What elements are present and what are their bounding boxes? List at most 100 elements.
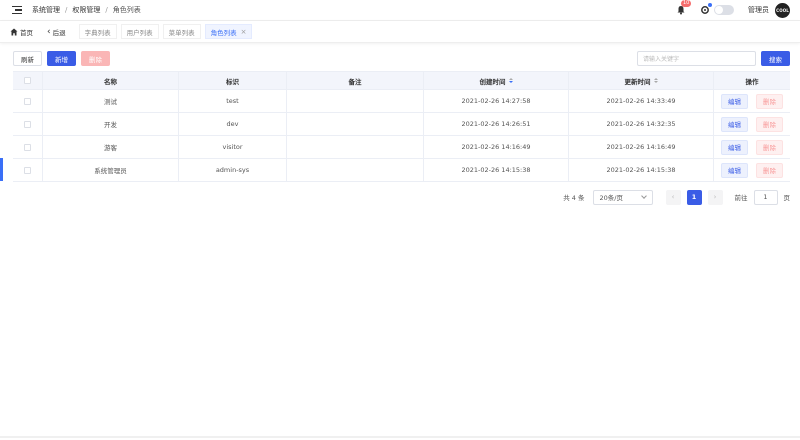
tab-role-list[interactable]: 角色列表 × [204,24,253,39]
add-button[interactable]: 新增 [47,51,76,66]
cell-name: 游客 [43,136,179,158]
cell-ops: 编辑 删除 [714,136,790,158]
next-page-button[interactable]: › [707,189,723,205]
avatar[interactable]: COOL [775,2,790,18]
tab-home-label: 首页 [20,28,33,37]
column-header-created-label: 创建时间 [479,77,506,86]
cell-code: test [179,90,287,112]
role-table: 名称 标识 备注 创建时间 更新时间 操作 测试 test 2021-02-26… [13,71,790,182]
page-unit-label: 页 [783,194,791,202]
cell-code: visitor [179,136,287,158]
cell-code: admin-sys [179,159,287,181]
row-checkbox[interactable] [24,120,31,128]
total-count: 共 4 条 [563,194,585,202]
toolbar: 刷新 新增 删除 请输入关键字 搜索 [13,51,790,66]
prev-page-button[interactable]: ‹ [665,189,681,205]
table-row: 游客 visitor 2021-02-26 14:16:49 2021-02-2… [13,136,790,159]
table-row: 开发 dev 2021-02-26 14:26:51 2021-02-26 14… [13,113,790,136]
cell-ops: 编辑 删除 [714,90,790,112]
delete-button[interactable]: 删除 [81,51,110,66]
select-all-checkbox[interactable] [24,77,31,84]
row-check-cell [13,159,43,181]
goto-page-input[interactable]: 1 [753,189,778,205]
column-header-ops: 操作 [745,77,759,86]
tab-label: 用户列表 [126,28,153,37]
cell-name: 开发 [43,113,179,135]
cell-remark [287,136,424,158]
row-delete-button[interactable]: 删除 [756,162,783,178]
settings-dot [708,3,712,7]
page-size-select[interactable]: 20条/页 [592,189,653,205]
notification-badge: 10 [681,0,692,7]
sidebar-accent [0,158,3,181]
cell-updated: 2021-02-26 14:15:38 [569,159,714,181]
page-size-value: 20条/页 [599,194,623,202]
row-checkbox[interactable] [24,143,31,151]
toggle-knob [715,6,723,14]
column-header-updated[interactable]: 更新时间 [569,72,714,89]
goto-label: 前往 [734,194,748,202]
row-check-cell [13,90,43,112]
breadcrumb: 系统管理 / 权限管理 / 角色列表 [32,5,141,15]
row-delete-button[interactable]: 删除 [756,93,783,109]
row-delete-button[interactable]: 删除 [756,116,783,132]
table-row: 测试 test 2021-02-26 14:27:58 2021-02-26 1… [13,90,790,113]
tab-menu-list[interactable]: 菜单列表 [162,24,201,39]
cell-updated: 2021-02-26 14:33:49 [569,90,714,112]
menu-toggle-icon[interactable] [12,5,22,15]
column-header-remark: 备注 [287,72,424,89]
settings-gear-icon[interactable] [700,3,712,15]
column-header-created[interactable]: 创建时间 [424,72,569,89]
cell-updated: 2021-02-26 14:16:49 [569,136,714,158]
breadcrumb-current: 角色列表 [112,6,141,14]
table-row: 系统管理员 admin-sys 2021-02-26 14:15:38 2021… [13,159,790,182]
theme-toggle[interactable] [714,5,734,15]
cell-remark [287,90,424,112]
column-header-code: 标识 [179,72,287,89]
home-icon [10,28,18,35]
tab-back-label: 后退 [52,28,66,37]
row-delete-button[interactable]: 删除 [756,139,783,155]
page-tabs: 首页 ‹ 后退 字典列表 用户列表 菜单列表 角色列表 × [0,21,800,43]
tab-label: 角色列表 [210,28,237,37]
breadcrumb-item[interactable]: 系统管理 [32,5,60,15]
page-number-button[interactable]: 1 [686,189,702,205]
admin-username[interactable]: 管理员 [748,5,769,15]
edit-button[interactable]: 编辑 [721,162,748,178]
notification-bell-icon[interactable]: 10 [676,0,692,15]
tab-user-list[interactable]: 用户列表 [120,24,159,39]
cell-created: 2021-02-26 14:16:49 [424,136,569,158]
tab-label: 字典列表 [84,28,111,37]
cell-ops: 编辑 删除 [714,159,790,181]
row-checkbox[interactable] [24,166,31,174]
tab-back[interactable]: ‹ 后退 [42,24,71,39]
chevron-left-icon: ‹ [47,26,51,37]
row-check-cell [13,136,43,158]
edit-button[interactable]: 编辑 [721,93,748,109]
cell-name: 系统管理员 [43,159,179,181]
pagination: 共 4 条 20条/页 ‹ 1 › 前往 1 页 [563,189,790,205]
search-input[interactable]: 请输入关键字 [637,51,756,66]
close-icon[interactable]: × [241,28,247,36]
cell-ops: 编辑 删除 [714,113,790,135]
tab-label: 菜单列表 [168,28,195,37]
row-checkbox[interactable] [24,97,31,105]
cell-created: 2021-02-26 14:15:38 [424,159,569,181]
chevron-down-icon [640,193,647,199]
cell-created: 2021-02-26 14:26:51 [424,113,569,135]
search-button[interactable]: 搜索 [761,51,790,66]
column-header-name: 名称 [43,72,179,89]
edit-button[interactable]: 编辑 [721,116,748,132]
edit-button[interactable]: 编辑 [721,139,748,155]
row-check-cell [13,113,43,135]
column-header-updated-label: 更新时间 [624,77,651,86]
breadcrumb-separator: / [105,6,108,14]
breadcrumb-item[interactable]: 权限管理 [72,5,100,15]
sort-icon[interactable] [653,78,658,83]
tab-home[interactable]: 首页 [10,24,38,39]
cell-name: 测试 [43,90,179,112]
refresh-button[interactable]: 刷新 [13,51,42,66]
sort-icon[interactable] [508,78,513,83]
tab-dict-list[interactable]: 字典列表 [78,24,117,39]
breadcrumb-separator: / [65,6,68,14]
